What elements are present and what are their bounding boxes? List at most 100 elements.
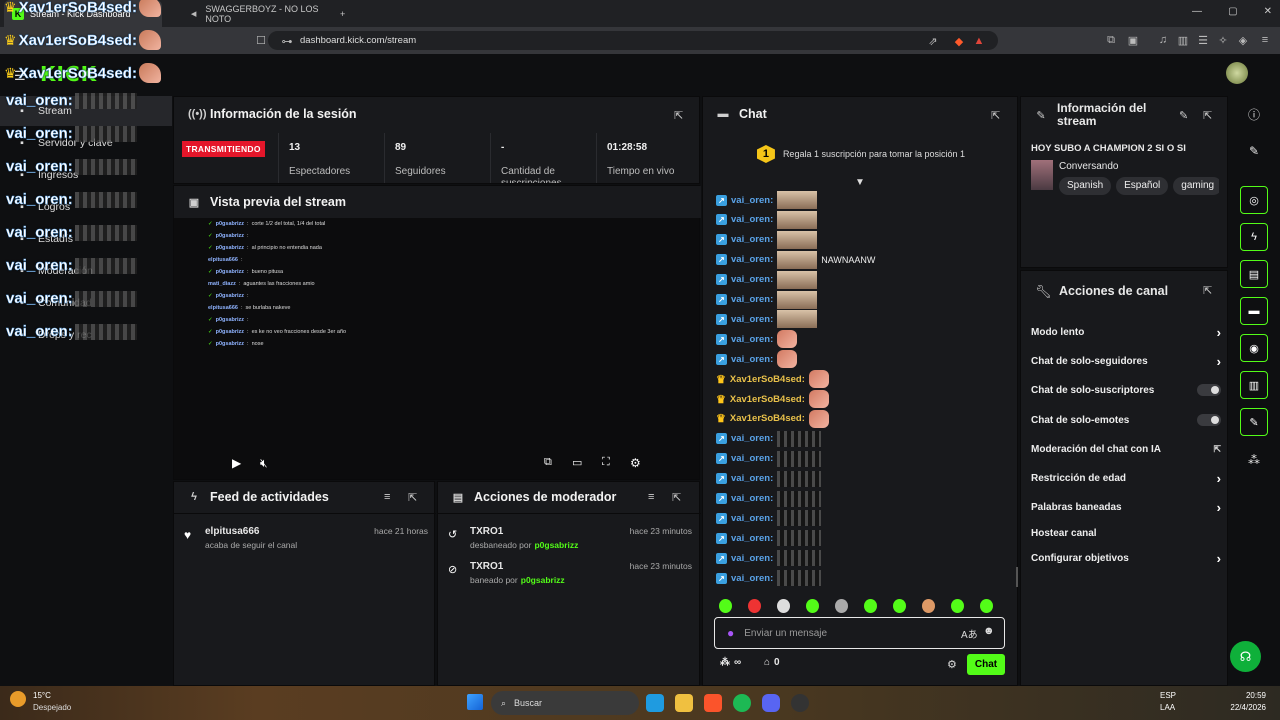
chat-message[interactable]: ↗ vai_oren: [716,548,822,568]
window-close-icon[interactable]: ✕ [1264,6,1272,17]
chat-message[interactable]: ♛ Xav1erSoB4sed: [716,369,829,389]
chat-message[interactable]: ↗ vai_oren: [716,489,822,509]
chat-message[interactable]: ↗ vai_oren: [716,190,818,210]
ai-icon[interactable]: ✧ [1216,33,1230,47]
chat-settings-icon[interactable]: ⚙ [947,658,957,671]
add-widget-icon[interactable]: ⁂ [1234,450,1274,470]
chevron-right-icon[interactable]: › [1217,500,1221,515]
sidebar-icon[interactable]: ▥ [1176,33,1190,47]
avatar[interactable] [1226,62,1248,84]
popout-icon[interactable]: ⇱ [1203,284,1212,297]
chevron-right-icon[interactable]: › [1217,551,1221,566]
lang-code[interactable]: ESP [1160,691,1176,700]
emote-icon[interactable] [864,599,877,613]
emoji-icon[interactable]: ☻ [983,625,995,637]
chat-message[interactable]: ↗ vai_oren: NAWNAANW [716,250,875,270]
discord-icon[interactable] [762,694,780,712]
app-icon[interactable] [791,694,809,712]
wrench-icon[interactable]: ✎ [1240,408,1268,436]
chat-message[interactable]: ↗ vai_oren: [716,290,818,310]
edit-icon[interactable]: ✎ [1179,109,1188,122]
chat-message[interactable]: ♛ Xav1erSoB4sed: [716,389,829,409]
new-tab-button[interactable]: + [332,0,352,27]
bookmark-icon[interactable]: ☐ [254,33,268,47]
sidebar-item-servidor-y-clave[interactable]: ▪ Servidor y clave [0,128,172,158]
taskbar-search[interactable]: ⌕ Buscar [491,691,639,715]
media-icon[interactable]: ♫ [1156,33,1170,47]
mod-action-item[interactable]: ⊘ TXRO1 baneado por p0gsabrizz hace 23 minut… [448,561,692,593]
chevron-right-icon[interactable]: › [1217,471,1221,486]
brave-icon[interactable] [704,694,722,712]
sidebar-item-drops-y-rec[interactable]: ▪ Drops y rec [0,320,172,350]
emote-icon[interactable] [951,599,964,613]
viewer-pass[interactable]: ⁂ ∞ [720,657,741,668]
chat-message[interactable]: ↗ vai_oren: [716,309,818,329]
chat-message[interactable]: ↗ vai_oren: [716,329,798,349]
camera-icon[interactable]: ◎ [1240,186,1268,214]
edge-icon[interactable] [646,694,664,712]
kick-logo[interactable]: KICK [40,62,97,86]
clock-time[interactable]: 20:59 [1226,691,1266,700]
popout-icon[interactable]: ⇱ [408,491,417,504]
toggle-switch[interactable] [1197,414,1221,426]
channel-action-5[interactable]: Restricción de edad › [1031,467,1221,489]
sidebar-item-ingresos[interactable]: ▪ Ingresos [0,160,172,190]
emote-icon[interactable] [980,599,993,613]
mute-icon[interactable]: 🔇︎ [260,456,268,471]
chevron-right-icon[interactable]: › [1217,325,1221,340]
mod-action-item[interactable]: ↺ TXRO1 desbaneado por p0gsabrizz hace 23 mi… [448,526,692,558]
address-bar[interactable]: ⊶ dashboard.kick.com/stream ⇗ ◆ ▲ [268,31,998,50]
chat-bubble-icon[interactable]: ▬ [1240,297,1268,325]
folder-icon[interactable] [675,694,693,712]
emote-icon[interactable] [777,599,790,613]
weather-temp[interactable]: 15°C [33,691,51,700]
chat-message[interactable]: ↗ vai_oren: [716,508,822,528]
chat-message[interactable]: ↗ vai_oren: [716,528,822,548]
close-tab-icon[interactable]: ✕ [146,8,154,19]
vpn-icon[interactable]: ◈ [1236,33,1250,47]
broadcast-icon[interactable]: ◉ [1240,334,1268,362]
rewards-icon[interactable]: ▲ [972,34,986,48]
popout-icon[interactable]: ⇱ [672,491,681,504]
brave-shield-icon[interactable]: ◆ [952,34,966,48]
channel-action-3[interactable]: Chat de solo-emotes [1031,409,1221,431]
channel-action-7[interactable]: Hostear canal [1031,522,1221,544]
chat-message[interactable]: ↗ vai_oren: [716,568,822,588]
gift-leaderboard[interactable]: 1 Regala 1 suscripción para tomar la pos… [703,132,1019,176]
chevron-right-icon[interactable]: › [1217,354,1221,369]
chat-message[interactable]: ↗ vai_oren: [716,230,818,250]
emote-bar[interactable] [719,599,1009,613]
extension-icon[interactable]: ▣ [1126,33,1140,47]
hamburger-icon[interactable]: ☰ [14,68,26,84]
emote-icon[interactable] [835,599,848,613]
popout-icon[interactable]: ⇱ [991,109,1000,122]
document-icon[interactable]: ▤ [1240,260,1268,288]
lightning-icon[interactable]: ϟ [1240,223,1268,251]
filter-icon[interactable]: ≡ [384,491,390,503]
reading-icon[interactable]: ☰ [1196,33,1210,47]
emote-icon[interactable] [922,599,935,613]
info-icon[interactable]: ⓘ [1234,104,1274,124]
site-info-icon[interactable]: ⊶ [280,34,294,48]
minimize-icon[interactable]: — [1192,6,1202,17]
sidebar-item-stream[interactable]: ▪ Stream [0,96,172,126]
maximize-icon[interactable]: ▢ [1228,6,1237,17]
chat-message[interactable]: ↗ vai_oren: [716,469,822,489]
channel-action-0[interactable]: Modo lento › [1031,321,1221,343]
play-icon[interactable]: ▶ [232,456,241,470]
settings-gear-icon[interactable]: ⚙ [630,456,641,470]
tab-swaggerboyz[interactable]: ◂ SWAGGERBOYZ - NO LOS NOTO [180,0,328,27]
channel-action-6[interactable]: Palabras baneadas › [1031,496,1221,518]
chat-message[interactable]: ↗ vai_oren: [716,449,822,469]
lang-layout[interactable]: LAA [1160,703,1175,712]
emote-icon[interactable] [806,599,819,613]
chat-message[interactable]: ↗ vai_oren: [716,210,818,230]
stream-tag[interactable]: Español [1116,177,1169,195]
feed-item[interactable]: ♥ elpitusa666 acaba de seguir el canal hace… [184,526,428,560]
channel-action-8[interactable]: Configurar objetivos › [1031,547,1221,569]
chat-scrollbar[interactable] [1016,567,1018,587]
menu-icon[interactable]: ≡ [1258,33,1272,47]
chat-message[interactable]: ↗ vai_oren: [716,349,798,369]
chat-message[interactable]: ♛ Xav1erSoB4sed: [716,409,829,429]
emote-icon[interactable] [893,599,906,613]
